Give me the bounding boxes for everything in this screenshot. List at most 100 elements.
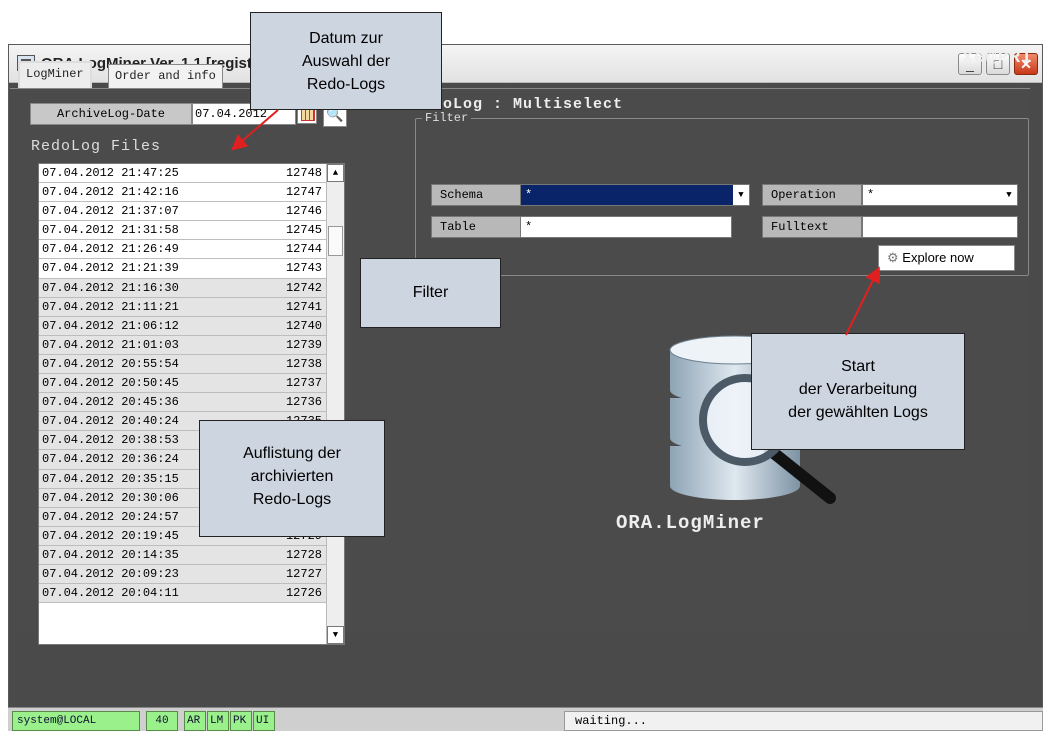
list-item[interactable]: 07.04.2012 21:01:03 12739 (39, 335, 344, 355)
redolog-timestamp: 07.04.2012 21:01:03 (42, 337, 179, 352)
list-item[interactable]: 07.04.2012 20:50:45 12737 (39, 374, 344, 394)
redolog-timestamp: 07.04.2012 21:21:39 (42, 261, 179, 276)
redolog-timestamp: 07.04.2012 21:42:16 (42, 185, 179, 200)
operation-value: * (867, 188, 875, 202)
redolog-sequence: 12726 (285, 586, 322, 601)
list-item[interactable]: 07.04.2012 21:11:21 12741 (39, 297, 344, 317)
archivelog-date-label: ArchiveLog-Date (30, 103, 192, 125)
redolog-timestamp: 07.04.2012 20:19:45 (42, 528, 179, 543)
redolog-timestamp: 07.04.2012 21:06:12 (42, 318, 179, 333)
redolog-timestamp: 07.04.2012 20:40:24 (42, 414, 179, 429)
redolog-sequence: 12741 (285, 299, 322, 314)
filter-legend: Filter (422, 111, 472, 125)
schema-label: Schema (431, 184, 523, 206)
list-item[interactable]: 07.04.2012 20:09:23 12727 (39, 564, 344, 585)
callout-datum-line: Datum zur (309, 30, 383, 47)
explore-now-label: Explore now (902, 250, 974, 265)
callout-start: Start der Verarbeitung der gewählten Log… (751, 333, 965, 450)
callout-start-line: der Verarbeitung (798, 381, 918, 398)
tab-logminer[interactable]: LogMiner (18, 61, 92, 90)
schema-select[interactable]: * ▼ (520, 184, 750, 206)
redolog-timestamp: 07.04.2012 21:47:25 (42, 166, 179, 180)
gear-icon: ⚙ (887, 250, 899, 265)
redolog-sequence: 12728 (285, 547, 322, 562)
redolog-timestamp: 07.04.2012 20:14:35 (42, 547, 179, 562)
list-item[interactable]: 07.04.2012 20:55:54 12738 (39, 354, 344, 375)
list-item[interactable]: 07.04.2012 21:31:58 12745 (39, 221, 344, 241)
status-flag-ui: UI (253, 711, 275, 731)
redolog-timestamp: 07.04.2012 20:45:36 (42, 395, 179, 410)
list-item[interactable]: 07.04.2012 20:04:11 12726 (39, 584, 344, 604)
redolog-timestamp: 07.04.2012 20:09:23 (42, 566, 179, 581)
callout-list: Auflistung der archivierten Redo-Logs (199, 420, 385, 537)
connection-label: xe@PRI (962, 48, 1033, 68)
redolog-timestamp: 07.04.2012 21:37:07 (42, 204, 179, 219)
scroll-up-icon[interactable]: ▲ (327, 164, 344, 182)
redolog-timestamp: 07.04.2012 21:16:30 (42, 280, 179, 295)
redolog-sequence: 12743 (285, 261, 322, 276)
list-item[interactable]: 07.04.2012 21:42:16 12747 (39, 183, 344, 203)
redolog-timestamp: 07.04.2012 21:31:58 (42, 223, 179, 238)
status-count: 40 (146, 711, 178, 731)
status-message: waiting... (564, 711, 1043, 731)
redolog-sequence: 12742 (285, 280, 322, 295)
redolog-timestamp: 07.04.2012 21:11:21 (42, 299, 179, 314)
fulltext-field[interactable] (862, 216, 1018, 238)
operation-select[interactable]: * ▼ (862, 184, 1018, 206)
redolog-sequence: 12736 (285, 395, 322, 410)
status-flag-pk: PK (230, 711, 252, 731)
logo-text: ORA.LogMiner (616, 512, 765, 534)
redolog-timestamp: 07.04.2012 20:36:24 (42, 452, 179, 467)
callout-start-line: Start (841, 358, 875, 375)
callout-filter: Filter (360, 258, 501, 328)
redolog-sequence: 12740 (285, 318, 322, 333)
list-item[interactable]: 07.04.2012 20:45:36 12736 (39, 393, 344, 413)
fulltext-label: Fulltext (762, 216, 862, 238)
callout-filter-line: Filter (412, 284, 449, 301)
status-flag-lm: LM (207, 711, 229, 731)
explore-now-button[interactable]: ⚙ Explore now (878, 245, 1015, 271)
scroll-thumb[interactable] (328, 226, 343, 256)
redolog-sequence: 12738 (285, 356, 322, 371)
redolog-sequence: 12746 (285, 204, 322, 219)
callout-datum: Datum zur Auswahl der Redo-Logs (250, 12, 442, 110)
status-flag-ar: AR (184, 711, 206, 731)
redolog-timestamp: 07.04.2012 20:50:45 (42, 376, 179, 391)
list-item[interactable]: 07.04.2012 21:26:49 12744 (39, 240, 344, 260)
tab-order-and-info[interactable]: Order and info (108, 64, 223, 90)
list-item[interactable]: 07.04.2012 21:16:30 12742 (39, 278, 344, 298)
schema-value: * (525, 188, 533, 202)
redolog-sequence: 12744 (285, 242, 322, 257)
redolog-timestamp: 07.04.2012 20:24:57 (42, 509, 179, 524)
redolog-timestamp: 07.04.2012 20:38:53 (42, 433, 179, 448)
callout-list-line: archivierten (250, 468, 334, 485)
redolog-sequence: 12727 (285, 566, 322, 581)
callout-datum-line: Auswahl der (301, 53, 391, 70)
redolog-sequence: 12739 (285, 337, 322, 352)
scroll-down-icon[interactable]: ▼ (327, 626, 344, 644)
list-item[interactable]: 07.04.2012 21:06:12 12740 (39, 316, 344, 336)
redolog-timestamp: 07.04.2012 20:04:11 (42, 586, 179, 601)
redolog-sequence: 12745 (285, 223, 322, 238)
redolog-timestamp: 07.04.2012 20:30:06 (42, 490, 179, 505)
list-item[interactable]: 07.04.2012 21:21:39 12743 (39, 259, 344, 279)
callout-list-line: Redo-Logs (252, 491, 332, 508)
table-field[interactable]: * (520, 216, 732, 238)
redolog-sequence: 12747 (285, 185, 322, 200)
operation-label: Operation (762, 184, 862, 206)
redolog-file-list[interactable]: 07.04.2012 21:47:25 12748 07.04.2012 21:42… (38, 163, 345, 645)
callout-datum-line: Redo-Logs (306, 76, 386, 93)
redolog-files-title: RedoLog Files (31, 138, 162, 155)
list-item[interactable]: 07.04.2012 21:37:07 12746 (39, 202, 344, 222)
redolog-timestamp: 07.04.2012 20:35:15 (42, 471, 179, 486)
redolog-timestamp: 07.04.2012 20:55:54 (42, 356, 179, 371)
callout-list-line: Auflistung der (243, 445, 341, 462)
list-item[interactable]: 07.04.2012 20:14:35 12728 (39, 545, 344, 565)
redolog-sequence: 12748 (285, 166, 322, 180)
list-item[interactable]: 07.04.2012 21:47:25 12748 (39, 164, 344, 184)
chevron-down-icon[interactable]: ▼ (733, 185, 749, 205)
chevron-down-icon[interactable]: ▼ (1001, 185, 1017, 205)
redolog-timestamp: 07.04.2012 21:26:49 (42, 242, 179, 257)
list-scrollbar[interactable]: ▲ ▼ (326, 164, 344, 644)
callout-start-line: der gewählten Logs (788, 404, 928, 421)
